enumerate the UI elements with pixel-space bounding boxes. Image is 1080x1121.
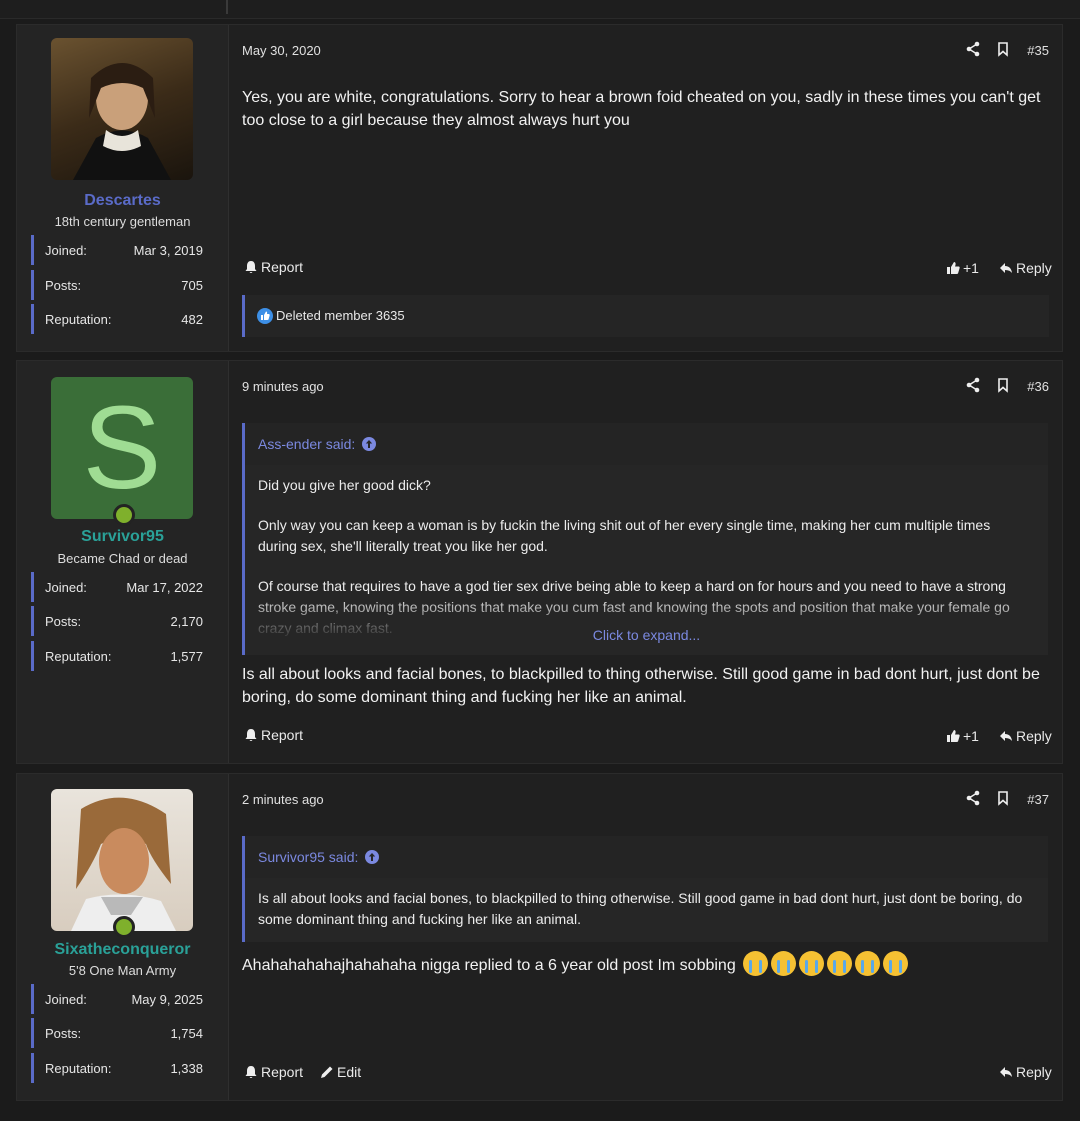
like-reaction-icon <box>257 308 273 324</box>
post-number[interactable]: #35 <box>1027 43 1049 58</box>
bell-icon <box>245 1066 257 1078</box>
avatar[interactable] <box>51 38 193 180</box>
message-body: Is all about looks and facial bones, to … <box>242 666 1040 706</box>
post-35: Descartes 18th century gentleman Joined:… <box>16 24 1063 352</box>
quote-body: Is all about looks and facial bones, to … <box>258 890 1023 927</box>
message-pane: 9 minutes ago #36 Ass-ender said: Did yo… <box>228 361 1062 763</box>
bookmark-icon[interactable] <box>995 790 1011 806</box>
share-icon[interactable] <box>965 377 981 393</box>
quote-author[interactable]: Ass-ender said: <box>258 436 377 452</box>
like-button[interactable]: +1 <box>946 260 979 276</box>
user-title: 18th century gentleman <box>54 214 191 229</box>
stat-joined: Joined: Mar 17, 2022 <box>31 572 212 602</box>
report-button[interactable]: Report <box>244 259 303 275</box>
sobbing-emoji-icon <box>799 951 825 976</box>
previous-post-edge <box>0 0 1080 19</box>
user-pane: Descartes 18th century gentleman Joined:… <box>17 25 228 351</box>
stat-joined: Joined: May 9, 2025 <box>31 984 212 1014</box>
message-body: Yes, you are white, congratulations. Sor… <box>242 89 1041 129</box>
username[interactable]: Descartes <box>17 192 228 210</box>
username[interactable]: Survivor95 <box>17 528 228 546</box>
reply-button[interactable]: Reply <box>999 728 1052 744</box>
arrow-up-circle-icon[interactable] <box>365 850 380 864</box>
post-number[interactable]: #37 <box>1027 792 1049 807</box>
quote-author[interactable]: Survivor95 said: <box>258 849 380 865</box>
message-pane: May 30, 2020 #35 Yes, you are white, con… <box>228 25 1062 351</box>
thumbs-up-icon <box>947 730 960 742</box>
reply-icon <box>1000 263 1012 273</box>
post-37: Sixatheconqueror 5'8 One Man Army Joined… <box>16 773 1063 1101</box>
avatar[interactable] <box>51 789 193 931</box>
post-number[interactable]: #36 <box>1027 379 1049 394</box>
thumbs-up-icon <box>947 262 960 274</box>
arrow-up-circle-icon[interactable] <box>362 437 377 451</box>
share-icon[interactable] <box>965 41 981 57</box>
report-button[interactable]: Report <box>244 1064 303 1080</box>
post-date[interactable]: May 30, 2020 <box>242 43 321 58</box>
stat-posts: Posts: 1,754 <box>31 1018 212 1048</box>
online-status-icon <box>113 916 135 938</box>
click-to-expand[interactable]: Click to expand... <box>245 627 1048 643</box>
sobbing-emoji-icon <box>827 951 853 976</box>
report-button[interactable]: Report <box>244 727 303 743</box>
bell-icon <box>245 729 257 741</box>
post-date[interactable]: 2 minutes ago <box>242 792 324 807</box>
user-pane: S Survivor95 Became Chad or dead Joined:… <box>17 361 228 763</box>
avatar-letter: S <box>82 382 162 514</box>
stat-posts: Posts: 705 <box>31 270 212 300</box>
post-date[interactable]: 9 minutes ago <box>242 379 324 394</box>
reply-button[interactable]: Reply <box>999 260 1052 276</box>
reply-button[interactable]: Reply <box>999 1064 1052 1080</box>
message-pane: 2 minutes ago #37 Survivor95 said: Is al… <box>228 774 1062 1100</box>
pencil-icon <box>321 1066 333 1078</box>
reactions-bar[interactable]: Deleted member 3635 <box>242 295 1049 337</box>
username[interactable]: Sixatheconqueror <box>17 941 228 959</box>
message-body: Ahahahahahajhahahaha nigga replied to a … <box>242 951 1048 977</box>
share-icon[interactable] <box>965 790 981 806</box>
stat-reputation: Reputation: 482 <box>31 304 212 334</box>
bookmark-icon[interactable] <box>995 41 1011 57</box>
online-status-icon <box>113 504 135 526</box>
sobbing-emoji-icon <box>855 951 881 976</box>
stat-reputation: Reputation: 1,338 <box>31 1053 212 1083</box>
user-pane: Sixatheconqueror 5'8 One Man Army Joined… <box>17 774 228 1100</box>
post-36: S Survivor95 Became Chad or dead Joined:… <box>16 360 1063 764</box>
edit-button[interactable]: Edit <box>320 1064 361 1080</box>
avatar[interactable]: S <box>51 377 193 519</box>
quote-block: Survivor95 said: Is all about looks and … <box>242 836 1048 942</box>
stat-reputation: Reputation: 1,577 <box>31 641 212 671</box>
user-title: Became Chad or dead <box>57 551 188 566</box>
reaction-member[interactable]: Deleted member 3635 <box>276 308 405 323</box>
sobbing-emoji-icon <box>743 951 769 976</box>
stat-posts: Posts: 2,170 <box>31 606 212 636</box>
quote-fade <box>245 595 1048 655</box>
sobbing-emoji-icon <box>771 951 797 976</box>
bell-icon <box>245 261 257 273</box>
reply-icon <box>1000 1067 1012 1077</box>
reply-icon <box>1000 731 1012 741</box>
user-title: 5'8 One Man Army <box>68 963 177 978</box>
sobbing-emoji-icon <box>883 951 909 976</box>
quote-block: Ass-ender said: Did you give her good di… <box>242 423 1048 655</box>
stat-joined: Joined: Mar 3, 2019 <box>31 235 212 265</box>
like-button[interactable]: +1 <box>946 728 979 744</box>
bookmark-icon[interactable] <box>995 377 1011 393</box>
